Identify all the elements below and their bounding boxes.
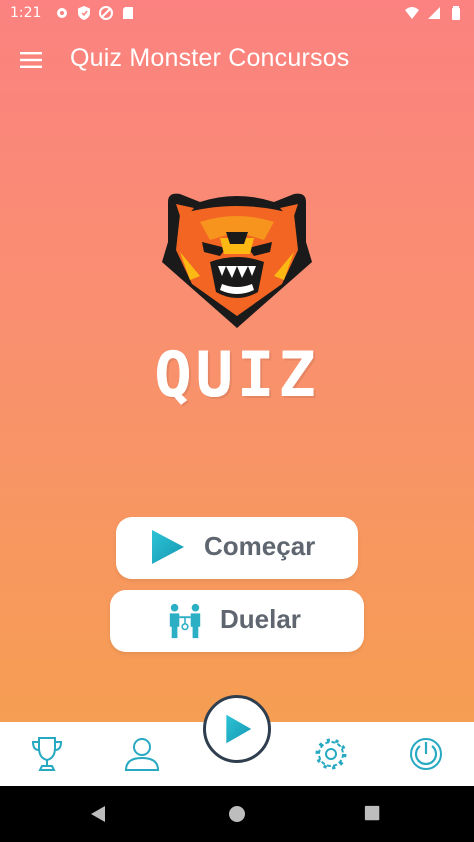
signal-icon <box>428 7 440 19</box>
app-bar: Quiz Monster Concursos <box>0 28 474 92</box>
back-icon[interactable] <box>89 804 109 824</box>
system-navigation-bar <box>0 786 474 842</box>
sd-card-icon <box>123 7 133 19</box>
wifi-icon <box>405 7 419 19</box>
home-icon[interactable] <box>227 804 247 824</box>
app-title: Quiz Monster Concursos <box>70 44 350 72</box>
gear-icon[interactable] <box>311 734 351 774</box>
trophy-icon[interactable] <box>27 734 67 774</box>
status-icons-left <box>54 5 136 21</box>
shield-icon <box>78 6 90 20</box>
bear-mascot-icon <box>160 192 314 332</box>
play-icon <box>226 714 252 744</box>
start-button-label: Começar <box>204 531 316 561</box>
user-icon[interactable] <box>122 734 162 774</box>
settings-icon <box>57 8 67 18</box>
status-bar: 1:21 <box>0 0 474 28</box>
sync-icon <box>99 6 113 20</box>
start-button[interactable]: Começar <box>116 517 358 579</box>
battery-icon <box>452 6 460 20</box>
power-icon[interactable] <box>406 734 446 774</box>
recents-icon[interactable] <box>364 805 382 823</box>
status-icons-right <box>404 5 464 21</box>
duel-button-label: Duelar <box>220 604 301 634</box>
play-icon <box>152 530 184 564</box>
status-time: 1:21 <box>10 5 42 21</box>
duel-people-icon <box>169 603 201 639</box>
quiz-logo-word: QUIZ <box>154 338 320 411</box>
play-nav-button[interactable] <box>203 695 271 763</box>
hamburger-menu-icon[interactable] <box>20 50 44 70</box>
duel-button[interactable]: Duelar <box>110 590 364 652</box>
